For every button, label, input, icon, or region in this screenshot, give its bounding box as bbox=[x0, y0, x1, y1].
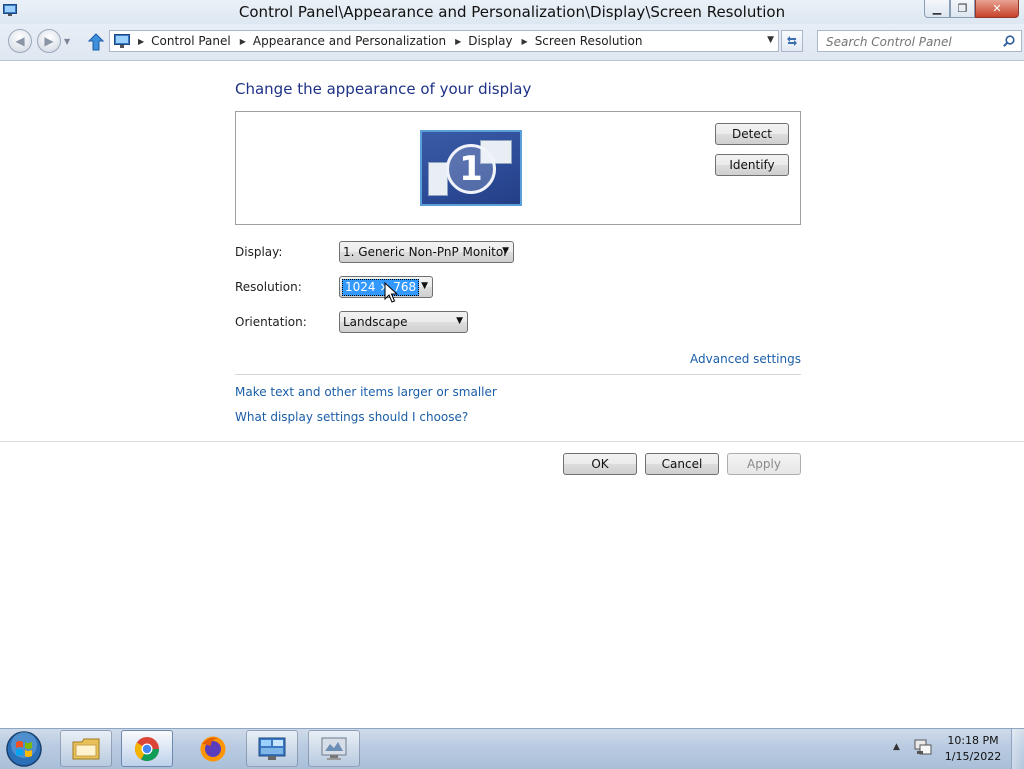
display-settings-icon bbox=[321, 737, 347, 760]
orientation-label: Orientation: bbox=[235, 315, 307, 329]
clock-time: 10:18 PM bbox=[947, 734, 999, 747]
breadcrumb-appearance[interactable]: Appearance and Personalization bbox=[253, 34, 446, 48]
text-size-link[interactable]: Make text and other items larger or smal… bbox=[235, 385, 497, 399]
title-bar: Control Panel\Appearance and Personaliza… bbox=[0, 0, 1024, 24]
chevron-down-icon: ▼ bbox=[456, 316, 463, 326]
mouse-cursor-icon bbox=[384, 282, 398, 303]
taskbar-explorer[interactable] bbox=[60, 730, 112, 767]
resolution-select-value: 1024 × 768 bbox=[342, 278, 420, 296]
search-input[interactable] bbox=[824, 33, 1000, 51]
orientation-select-value: Landscape bbox=[343, 315, 408, 329]
monitor-number-badge: 1 bbox=[446, 144, 496, 194]
breadcrumb-screen-resolution[interactable]: Screen Resolution bbox=[535, 34, 643, 48]
chevron-down-icon: ▼ bbox=[421, 281, 428, 291]
show-hidden-icons-icon[interactable]: ▲ bbox=[893, 742, 900, 752]
advanced-settings-link[interactable]: Advanced settings bbox=[690, 352, 801, 366]
display-select-value: 1. Generic Non-PnP Monitor bbox=[343, 245, 509, 259]
refresh-icon bbox=[787, 36, 797, 46]
breadcrumb-display[interactable]: Display bbox=[468, 34, 512, 48]
start-button-icon[interactable] bbox=[4, 730, 44, 768]
orientation-select[interactable]: Landscape ▼ bbox=[339, 311, 468, 333]
chevron-down-icon[interactable]: ▼ bbox=[767, 35, 774, 45]
control-panel-icon bbox=[258, 737, 286, 760]
display-select[interactable]: 1. Generic Non-PnP Monitor ▼ bbox=[339, 241, 514, 263]
taskbar: ▲ 10:18 PM 1/15/2022 bbox=[0, 728, 1024, 769]
search-icon[interactable] bbox=[1003, 35, 1015, 47]
divider bbox=[235, 374, 801, 375]
breadcrumb-control-panel[interactable]: Control Panel bbox=[151, 34, 231, 48]
divider bbox=[0, 441, 1024, 442]
clock-date: 1/15/2022 bbox=[944, 750, 1002, 763]
ok-button[interactable]: OK bbox=[563, 453, 637, 475]
window-title: Control Panel\Appearance and Personaliza… bbox=[238, 3, 786, 21]
taskbar-firefox[interactable] bbox=[187, 730, 239, 767]
chevron-right-icon[interactable]: ▶ bbox=[455, 37, 461, 46]
chevron-down-icon: ▼ bbox=[502, 246, 509, 256]
apply-button[interactable]: Apply bbox=[727, 453, 801, 475]
up-arrow-glyph bbox=[88, 33, 104, 51]
forward-button[interactable]: ▶ bbox=[37, 29, 61, 53]
back-button[interactable]: ◀ bbox=[8, 29, 32, 53]
firefox-icon bbox=[200, 736, 226, 761]
monitor-arrangement-panel: 1 Detect Identify bbox=[235, 111, 801, 225]
taskbar-chrome[interactable] bbox=[121, 730, 173, 767]
maximize-button[interactable]: ❐ bbox=[950, 0, 975, 18]
display-settings-help-link[interactable]: What display settings should I choose? bbox=[235, 410, 468, 424]
chevron-right-icon[interactable]: ▶ bbox=[522, 37, 528, 46]
folder-icon bbox=[72, 738, 100, 759]
address-box[interactable]: ▶ Control Panel ▶ Appearance and Persona… bbox=[109, 30, 779, 52]
taskbar-control-panel[interactable] bbox=[246, 730, 298, 767]
thumbnail-window-graphic bbox=[428, 162, 448, 196]
chevron-right-icon[interactable]: ▶ bbox=[138, 37, 144, 46]
detect-button[interactable]: Detect bbox=[715, 123, 789, 145]
cancel-button[interactable]: Cancel bbox=[645, 453, 719, 475]
chrome-icon bbox=[135, 736, 159, 761]
monitor-1-thumbnail[interactable]: 1 bbox=[420, 130, 522, 206]
display-label: Display: bbox=[235, 245, 283, 259]
close-button[interactable]: ✕ bbox=[975, 0, 1019, 18]
taskbar-screen-resolution[interactable] bbox=[308, 730, 360, 767]
resolution-label: Resolution: bbox=[235, 280, 302, 294]
refresh-button[interactable] bbox=[781, 30, 803, 52]
search-box[interactable] bbox=[817, 30, 1022, 52]
recent-pages-dropdown-icon[interactable]: ▼ bbox=[64, 37, 70, 46]
identify-button[interactable]: Identify bbox=[715, 154, 789, 176]
show-desktop-button[interactable] bbox=[1011, 729, 1024, 769]
window-controls: ▁ ❐ ✕ bbox=[924, 0, 1019, 18]
control-panel-icon bbox=[114, 34, 130, 48]
navigation-bar: ◀ ▶ ▼ ▶ Control Panel ▶ Appearance and P… bbox=[0, 24, 1024, 61]
up-arrow-icon[interactable] bbox=[86, 32, 106, 52]
page-title: Change the appearance of your display bbox=[235, 80, 532, 98]
minimize-button[interactable]: ▁ bbox=[924, 0, 950, 18]
system-clock[interactable]: 10:18 PM 1/15/2022 bbox=[940, 733, 1006, 765]
network-icon[interactable] bbox=[914, 739, 932, 757]
chevron-right-icon[interactable]: ▶ bbox=[240, 37, 246, 46]
